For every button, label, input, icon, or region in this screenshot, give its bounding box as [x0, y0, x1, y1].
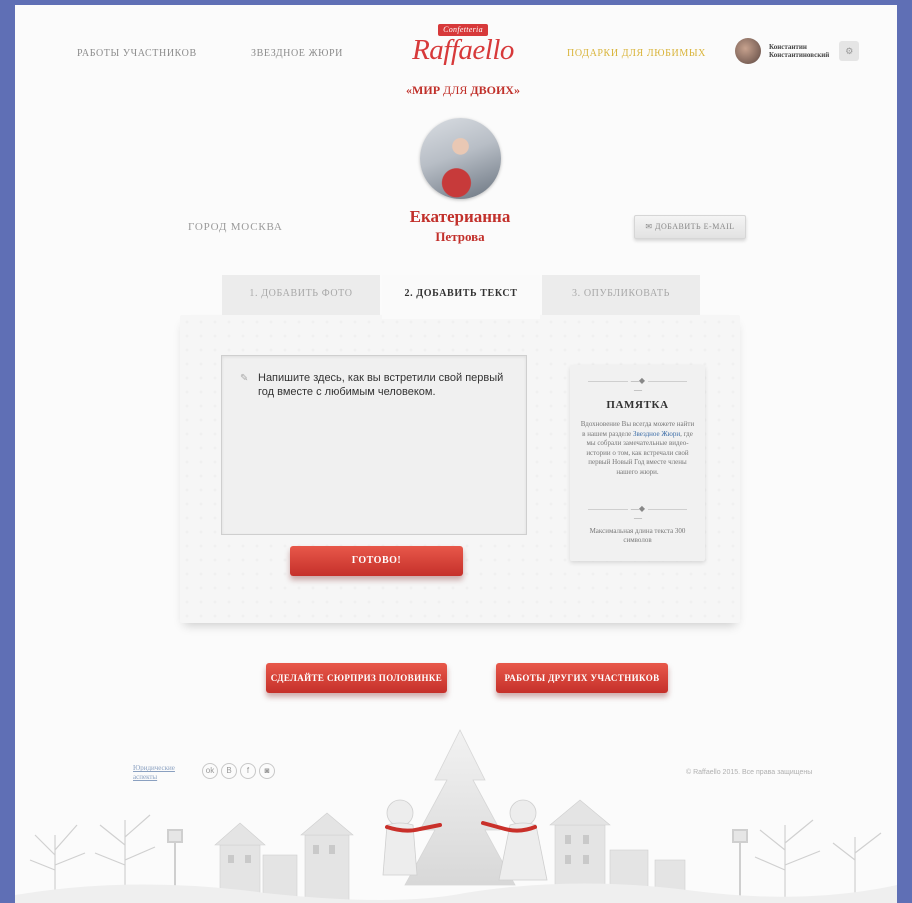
surprise-button[interactable]: СДЕЛАЙТЕ СЮРПРИЗ ПОЛОВИНКЕ [266, 663, 447, 693]
city-label: ГОРОД МОСКВА [188, 221, 283, 233]
textarea-placeholder: Напишите здесь, как вы встретили свой пе… [258, 372, 504, 398]
other-works-button[interactable]: РАБОТЫ ДРУГИХ УЧАСТНИКОВ [496, 663, 668, 693]
done-button[interactable]: ГОТОВО! [290, 546, 463, 576]
mail-icon: ✉ [645, 222, 656, 231]
memo-card: —◆— ПАМЯТКА Вдохновение Вы всегда можете… [570, 365, 705, 561]
slogan-open: «МИР [406, 83, 441, 97]
user-first-name: Константин [769, 43, 807, 51]
tab-publish[interactable]: 3. ОПУБЛИКОВАТЬ [542, 275, 700, 315]
user-last-name: Константиновский [769, 51, 830, 59]
user-menu[interactable]: Константин Константиновский ⚙ [735, 38, 860, 64]
jury-link[interactable]: Звездное Жюри [633, 430, 680, 438]
memo-max-length: Максимальная длина текста 300 символов [589, 527, 686, 544]
tab-add-photo[interactable]: 1. ДОБАВИТЬ ФОТО [222, 275, 380, 315]
add-email-label: ДОБАВИТЬ E-MAIL [655, 222, 735, 231]
user-name[interactable]: Константин Константиновский [769, 43, 829, 59]
profile-photo [420, 118, 501, 199]
story-textarea[interactable]: ✎ Напишите здесь, как вы встретили свой … [221, 355, 527, 535]
pencil-icon: ✎ [240, 373, 249, 384]
user-avatar[interactable] [735, 38, 761, 64]
add-email-button[interactable]: ✉ ДОБАВИТЬ E-MAIL [634, 215, 746, 239]
last-name: Петрова [435, 229, 485, 244]
settings-gear-icon[interactable]: ⚙ [839, 41, 860, 61]
slogan-mid: ДЛЯ [440, 83, 471, 97]
tab-add-text[interactable]: 2. ДОБАВИТЬ ТЕКСТ [382, 275, 540, 319]
winter-scene-illustration [15, 729, 897, 903]
nav-jury-link[interactable]: ЗВЕЗДНОЕ ЖЮРИ [251, 48, 343, 59]
ornament-divider-icon: —◆— [588, 504, 687, 522]
logo-word: Raffaello [412, 34, 514, 66]
raffaello-logo[interactable]: Confetteria Raffaello [403, 19, 523, 67]
ornament-divider-icon: —◆— [588, 376, 687, 394]
nav-gifts-link[interactable]: ПОДАРКИ ДЛЯ ЛЮБИМЫХ [567, 48, 706, 59]
memo-text: Вдохновение Вы всегда можете найти в наш… [580, 420, 695, 477]
profile-name: Екатерианна Петрова [375, 207, 545, 245]
slogan-close: ДВОИХ» [470, 83, 520, 97]
nav-works-link[interactable]: РАБОТЫ УЧАСТНИКОВ [77, 48, 197, 59]
first-name: Екатерианна [409, 207, 511, 226]
slogan: «МИР ДЛЯ ДВОИХ» [403, 83, 523, 98]
page: РАБОТЫ УЧАСТНИКОВ ЗВЕЗДНОЕ ЖЮРИ Confette… [15, 5, 897, 903]
memo-title: ПАМЯТКА [606, 399, 669, 411]
